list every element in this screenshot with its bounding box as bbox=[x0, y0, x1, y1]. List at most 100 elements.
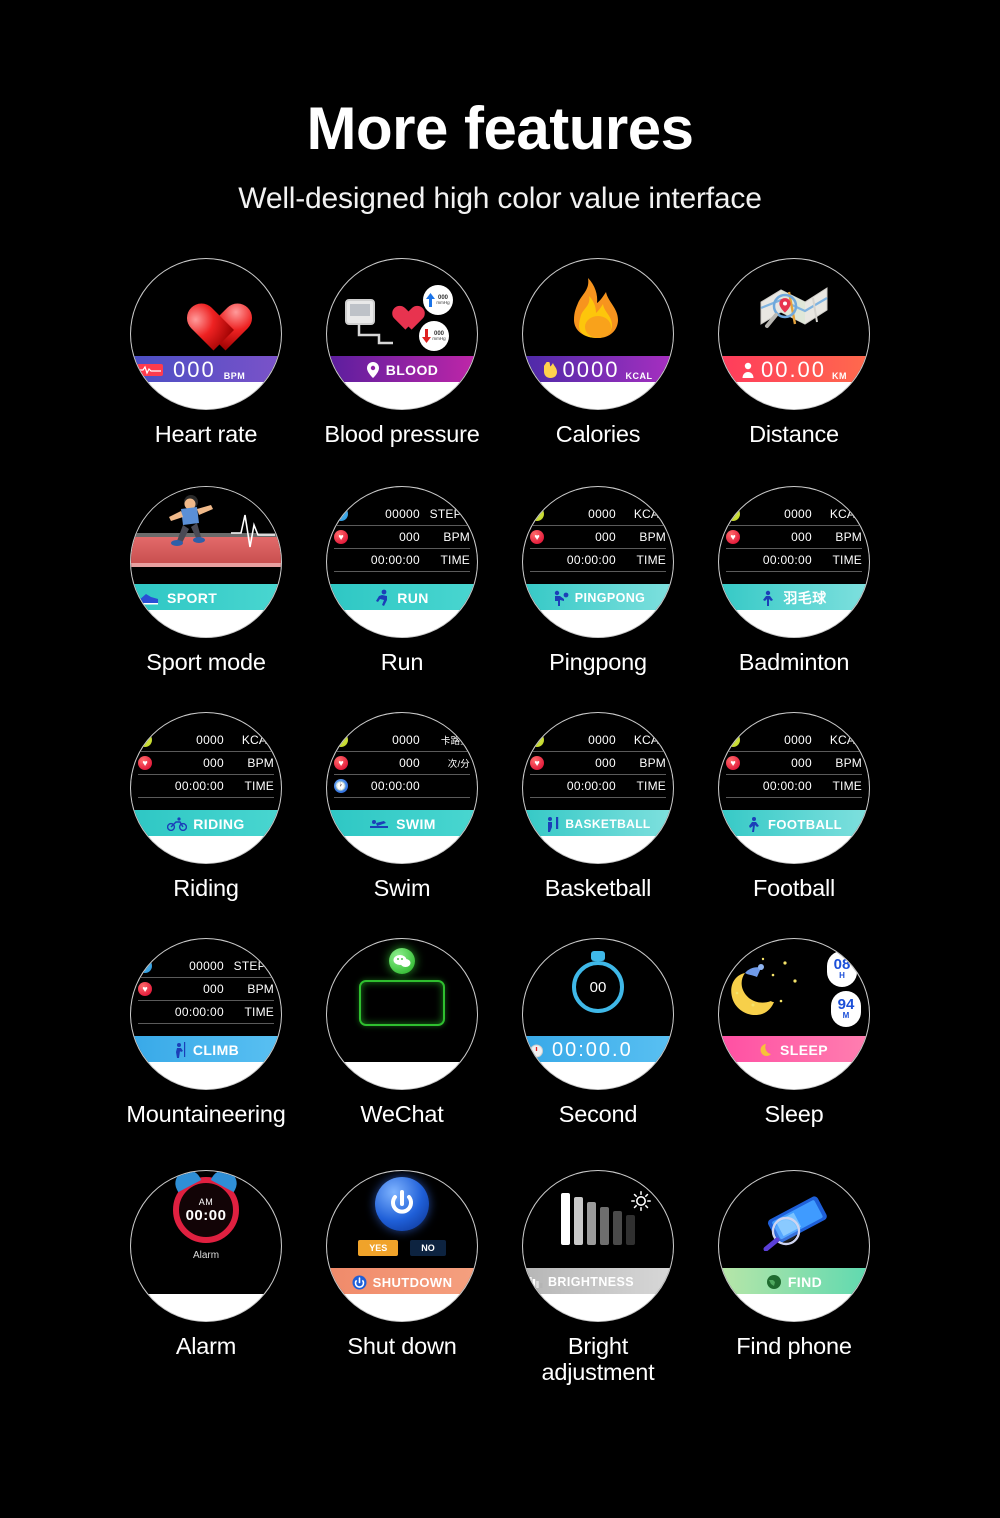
badminton-status-bar: 羽毛球 bbox=[719, 584, 869, 612]
arrow-up-icon bbox=[426, 293, 436, 307]
feature-card-football[interactable]: 0000 KCAL ♥ 000 BPM 00:00:00 TIME FOOTBA… bbox=[696, 712, 892, 938]
caption-riding: Riding bbox=[173, 875, 239, 901]
metric-value: 00:00:00 bbox=[762, 553, 812, 567]
feature-card-swim[interactable]: 0000 卡路里 ♥ 000 次/分 🕐 00:00:00 SWIM Swim bbox=[304, 712, 500, 938]
feature-card-heart-rate[interactable]: 000 BPM Heart rate bbox=[108, 258, 304, 486]
wechat-icon bbox=[389, 948, 415, 974]
metric-row: ♥ 000 BPM bbox=[334, 526, 470, 549]
football-status-bar: FOOTBALL bbox=[719, 810, 869, 838]
feature-card-riding[interactable]: 0000 KCAL ♥ 000 BPM 00:00:00 TIME RIDING… bbox=[108, 712, 304, 938]
watch-face-shut-down: YES NO SHUTDOWN bbox=[326, 1170, 478, 1322]
caption-run: Run bbox=[380, 649, 424, 675]
metric-row: 0000 KCAL bbox=[530, 503, 666, 526]
heart-icon: ♥ bbox=[138, 982, 152, 996]
metric-value: 000 bbox=[595, 530, 616, 544]
page-header: More features Well-designed high color v… bbox=[0, 0, 1000, 216]
metric-unit: TIME bbox=[244, 779, 274, 793]
caption-alarm: Alarm bbox=[175, 1333, 237, 1359]
metric-value: 0000 bbox=[784, 733, 812, 747]
globe-icon bbox=[766, 1275, 781, 1289]
flame-icon bbox=[530, 733, 544, 747]
caption-sport-mode: Sport mode bbox=[146, 649, 266, 675]
flame-icon bbox=[334, 733, 348, 747]
swim-metrics: 0000 卡路里 ♥ 000 次/分 🕐 00:00:00 bbox=[334, 729, 470, 798]
metric-row: 0000 KCAL bbox=[726, 729, 862, 752]
metric-row: 00:00:00 TIME bbox=[726, 775, 862, 798]
metric-row: 🕐 00:00:00 bbox=[334, 775, 470, 798]
feature-card-find-phone[interactable]: FIND Find phone bbox=[696, 1170, 892, 1400]
feature-card-calories[interactable]: 0000 KCAL Calories bbox=[500, 258, 696, 486]
sleep-bar-label: SLEEP bbox=[780, 1042, 828, 1058]
watch-face-sport-mode: SPORT bbox=[130, 486, 282, 638]
feature-card-sport-mode[interactable]: SPORT Sport mode bbox=[108, 486, 304, 712]
caption-distance: Distance bbox=[749, 421, 839, 447]
swim-status-bar: SWIM bbox=[327, 810, 477, 838]
feature-card-blood-pressure[interactable]: 000 mmHg 000 mmHg BLOOD Blood pressure bbox=[304, 258, 500, 486]
watch-face-run: ❕ 00000 STEPS ♥ 000 BPM 00:00:00 TIME RU… bbox=[326, 486, 478, 638]
feature-card-pingpong[interactable]: 0000 KCAL ♥ 000 BPM 00:00:00 TIME PINGPO… bbox=[500, 486, 696, 712]
metric-row: ♥ 000 BPM bbox=[726, 526, 862, 549]
feature-card-wechat[interactable]: WeChat bbox=[304, 938, 500, 1170]
caption-pingpong: Pingpong bbox=[549, 649, 647, 675]
badminton-metrics: 0000 KCAL ♥ 000 BPM 00:00:00 TIME bbox=[726, 503, 862, 572]
metric-unit: TIME bbox=[832, 553, 862, 567]
systolic-unit: mmHg bbox=[436, 299, 450, 305]
stopwatch-dial-value: 00 bbox=[589, 978, 607, 996]
feature-card-badminton[interactable]: 0000 KCAL ♥ 000 BPM 00:00:00 TIME 羽毛球 Ba… bbox=[696, 486, 892, 712]
metric-row: ♥ 000 次/分 bbox=[334, 752, 470, 775]
shutdown-bar-label: SHUTDOWN bbox=[372, 1274, 453, 1290]
caption-basketball: Basketball bbox=[544, 875, 652, 901]
watch-face-basketball: 0000 KCAL ♥ 000 BPM 00:00:00 TIME BASKET… bbox=[522, 712, 674, 864]
brightness-bars-icon bbox=[529, 1277, 543, 1288]
runner-icon bbox=[376, 589, 388, 606]
blood-bar-label: BLOOD bbox=[385, 362, 439, 378]
football-player-icon bbox=[749, 817, 760, 832]
footsteps-icon: ❕ bbox=[138, 959, 152, 973]
riding-bar-label: RIDING bbox=[193, 816, 245, 832]
heart-icon: ♥ bbox=[138, 756, 152, 770]
feature-card-distance[interactable]: 00.00 KM Distance bbox=[696, 258, 892, 486]
feature-card-bright-adjustment[interactable]: BRIGHTNESS Bright adjustment bbox=[500, 1170, 696, 1400]
heart-rate-value: 000 bbox=[173, 357, 216, 382]
power-icon[interactable] bbox=[375, 1177, 429, 1231]
distance-value: 00.00 bbox=[760, 357, 827, 382]
feature-card-second[interactable]: 00 00:00.0 Second bbox=[500, 938, 696, 1170]
pingpong-player-icon bbox=[554, 590, 569, 606]
watch-face-wechat bbox=[326, 938, 478, 1090]
heart-icon bbox=[131, 259, 281, 355]
watch-face-alarm: AM 00:00 Alarm bbox=[130, 1170, 282, 1322]
diastolic-badge: 000 mmHg bbox=[419, 321, 449, 351]
caption-football: Football bbox=[752, 875, 835, 901]
feature-card-sleep[interactable]: 08 H 94 M SLEEP Sleep bbox=[696, 938, 892, 1170]
feature-card-mountaineering[interactable]: ❕ 00000 STEPS ♥ 000 BPM 00:00:00 TIME CL… bbox=[108, 938, 304, 1170]
metric-unit: BPM bbox=[835, 530, 862, 544]
badminton-player-icon bbox=[763, 590, 774, 606]
alarm-time: 00:00 bbox=[185, 1206, 227, 1224]
feature-card-run[interactable]: ❕ 00000 STEPS ♥ 000 BPM 00:00:00 TIME RU… bbox=[304, 486, 500, 712]
metric-value: 00000 bbox=[189, 959, 224, 973]
watch-face-badminton: 0000 KCAL ♥ 000 BPM 00:00:00 TIME 羽毛球 bbox=[718, 486, 870, 638]
metric-value: 00:00:00 bbox=[174, 779, 224, 793]
metric-unit: 卡路里 bbox=[440, 736, 470, 747]
metric-unit: STEPS bbox=[233, 959, 274, 973]
confirm-no-button[interactable]: NO bbox=[410, 1240, 446, 1256]
basketball-metrics: 0000 KCAL ♥ 000 BPM 00:00:00 TIME bbox=[530, 729, 666, 798]
caption-calories: Calories bbox=[555, 421, 641, 447]
heart-icon: ♥ bbox=[726, 530, 740, 544]
metric-value: 00:00:00 bbox=[566, 553, 616, 567]
feature-card-basketball[interactable]: 0000 KCAL ♥ 000 BPM 00:00:00 TIME BASKET… bbox=[500, 712, 696, 938]
calories-value: 0000 bbox=[562, 357, 620, 382]
sleep-hours-value: 08 bbox=[833, 956, 851, 974]
running-shoes-icon bbox=[138, 594, 158, 605]
metric-unit: KCAL bbox=[633, 733, 666, 747]
feature-card-shut-down[interactable]: YES NO SHUTDOWN Shut down bbox=[304, 1170, 500, 1400]
hiker-icon bbox=[175, 1042, 186, 1058]
basketball-status-bar: BASKETBALL bbox=[523, 810, 673, 838]
watch-face-riding: 0000 KCAL ♥ 000 BPM 00:00:00 TIME RIDING bbox=[130, 712, 282, 864]
sleep-status-bar: SLEEP bbox=[719, 1036, 869, 1064]
moon-icon bbox=[760, 1043, 772, 1056]
wechat-message-box bbox=[359, 980, 445, 1026]
confirm-yes-button[interactable]: YES bbox=[358, 1240, 399, 1256]
run-status-bar: RUN bbox=[327, 584, 477, 612]
feature-card-alarm[interactable]: AM 00:00 Alarm Alarm bbox=[108, 1170, 304, 1400]
